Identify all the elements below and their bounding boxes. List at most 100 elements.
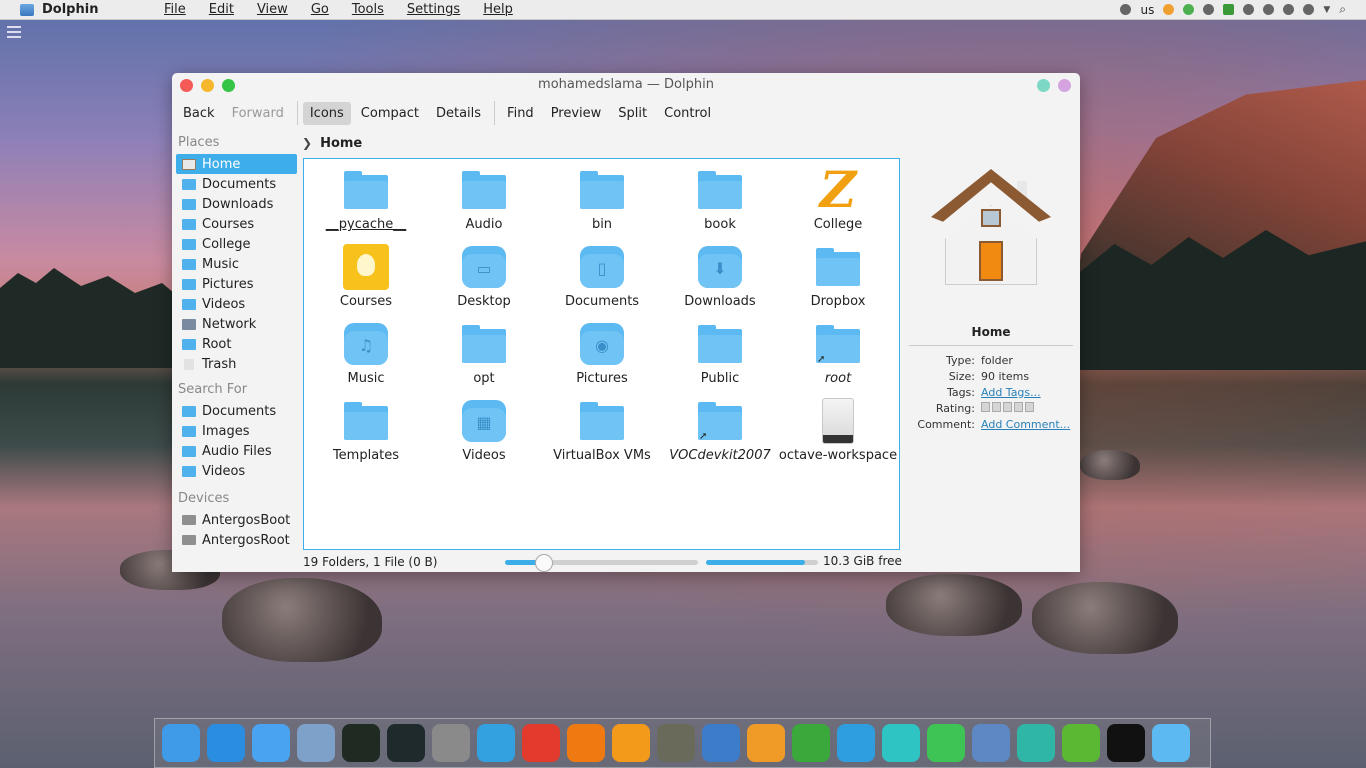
facetime-icon[interactable] bbox=[927, 724, 965, 762]
star-icon[interactable] bbox=[1003, 402, 1012, 412]
file-item[interactable]: Templates bbox=[307, 398, 425, 475]
details-view-button[interactable]: Details bbox=[429, 102, 488, 125]
sidebar-item-videos[interactable]: Videos bbox=[176, 294, 297, 314]
keep-above-button[interactable] bbox=[1037, 79, 1050, 92]
sidebar-item-pictures[interactable]: Pictures bbox=[176, 274, 297, 294]
star-icon[interactable] bbox=[1025, 402, 1034, 412]
device-item-antergosroot[interactable]: AntergosRoot bbox=[176, 530, 297, 550]
wifi-icon[interactable] bbox=[1203, 4, 1215, 15]
file-item[interactable]: book bbox=[661, 167, 779, 244]
finder-icon[interactable] bbox=[162, 724, 200, 762]
sidebar-item-trash[interactable]: Trash bbox=[176, 354, 297, 374]
close-button[interactable] bbox=[180, 79, 193, 92]
search-icon[interactable]: ⌕ bbox=[1339, 2, 1346, 17]
sidebar-item-network[interactable]: Network bbox=[176, 314, 297, 334]
zoom-slider-handle[interactable] bbox=[534, 554, 553, 572]
photo-icon[interactable] bbox=[972, 724, 1010, 762]
sidebar-item-college[interactable]: College bbox=[176, 234, 297, 254]
forward-button[interactable]: Forward bbox=[225, 102, 291, 125]
add-tags-link[interactable]: Add Tags... bbox=[981, 386, 1041, 402]
find-button[interactable]: Find bbox=[500, 102, 541, 125]
sidebar-item-root[interactable]: Root bbox=[176, 334, 297, 354]
chevron-right-icon[interactable]: ❯ bbox=[302, 136, 312, 150]
file-item[interactable]: Courses bbox=[307, 244, 425, 321]
menu-view[interactable]: View bbox=[257, 2, 299, 17]
remote-desktop-icon[interactable] bbox=[882, 724, 920, 762]
file-item[interactable]: octave-workspace bbox=[779, 398, 897, 475]
star-icon[interactable] bbox=[1014, 402, 1023, 412]
file-item[interactable]: ▭ Desktop bbox=[425, 244, 543, 321]
sidebar-item-documents[interactable]: Documents bbox=[176, 174, 297, 194]
cube-icon[interactable] bbox=[477, 724, 515, 762]
battery-app-icon[interactable] bbox=[1062, 724, 1100, 762]
icons-view-button[interactable]: Icons bbox=[302, 101, 351, 125]
youtube-icon[interactable] bbox=[522, 724, 560, 762]
preview-button[interactable]: Preview bbox=[544, 102, 609, 125]
star-icon[interactable] bbox=[992, 402, 1001, 412]
power-icon[interactable] bbox=[1263, 4, 1275, 15]
text-editor-icon[interactable] bbox=[702, 724, 740, 762]
on-all-desktops-button[interactable] bbox=[1058, 79, 1071, 92]
device-item-antergosboot[interactable]: AntergosBoot bbox=[176, 510, 297, 530]
file-item[interactable]: Z College bbox=[779, 165, 897, 244]
keynote-icon[interactable] bbox=[252, 724, 290, 762]
sidebar-item-music[interactable]: Music bbox=[176, 254, 297, 274]
battery-icon[interactable] bbox=[1223, 4, 1235, 15]
file-item[interactable]: Audio bbox=[425, 167, 543, 244]
clock-icon[interactable] bbox=[1107, 724, 1145, 762]
gimp-icon[interactable] bbox=[657, 724, 695, 762]
sidebar-item-courses[interactable]: Courses bbox=[176, 214, 297, 234]
chevron-down-icon[interactable]: ▼ bbox=[1323, 5, 1330, 15]
search-item-documents[interactable]: Documents bbox=[176, 401, 297, 421]
menu-settings[interactable]: Settings bbox=[407, 2, 471, 17]
file-item[interactable]: ➚ root bbox=[779, 321, 897, 398]
xcode-icon[interactable] bbox=[297, 724, 335, 762]
add-comment-link[interactable]: Add Comment... bbox=[981, 418, 1070, 434]
weather-icon[interactable] bbox=[1163, 4, 1175, 15]
system-preferences-icon[interactable] bbox=[432, 724, 470, 762]
vlc-icon[interactable] bbox=[567, 724, 605, 762]
file-item[interactable]: ▯ Documents bbox=[543, 244, 661, 321]
calculator-icon[interactable] bbox=[747, 724, 785, 762]
file-item[interactable]: opt bbox=[425, 321, 543, 398]
split-button[interactable]: Split bbox=[611, 102, 654, 125]
star-icon[interactable] bbox=[981, 402, 990, 412]
orange-icon[interactable] bbox=[612, 724, 650, 762]
volume-icon[interactable] bbox=[1303, 4, 1315, 15]
back-button[interactable]: Back bbox=[176, 102, 222, 125]
sidebar-item-downloads[interactable]: Downloads bbox=[176, 194, 297, 214]
clion-icon[interactable] bbox=[387, 724, 425, 762]
file-item[interactable]: __pycache__ bbox=[307, 167, 425, 244]
file-item[interactable]: ◉ Pictures bbox=[543, 321, 661, 398]
title-bar[interactable]: mohamedslama — Dolphin bbox=[172, 73, 1080, 97]
sidebar-item-home[interactable]: Home bbox=[176, 154, 297, 174]
minimize-button[interactable] bbox=[201, 79, 214, 92]
download-manager-icon[interactable] bbox=[792, 724, 830, 762]
search-item-videos[interactable]: Videos bbox=[176, 461, 297, 481]
search-item-images[interactable]: Images bbox=[176, 421, 297, 441]
rating-stars[interactable] bbox=[981, 402, 1034, 418]
file-view[interactable]: __pycache__ Audio bin book Z College Cour… bbox=[303, 158, 900, 550]
maximize-button[interactable] bbox=[222, 79, 235, 92]
menu-file[interactable]: File bbox=[164, 2, 197, 17]
menu-edit[interactable]: Edit bbox=[209, 2, 245, 17]
hamburger-menu-icon[interactable] bbox=[7, 26, 21, 38]
menu-help[interactable]: Help bbox=[483, 2, 524, 17]
file-item[interactable]: ▦ Videos bbox=[425, 398, 543, 475]
keyboard-layout[interactable]: us bbox=[1140, 3, 1154, 17]
menu-tools[interactable]: Tools bbox=[352, 2, 395, 17]
menu-go[interactable]: Go bbox=[311, 2, 340, 17]
control-button[interactable]: Control bbox=[657, 102, 718, 125]
zoom-slider[interactable] bbox=[505, 554, 698, 572]
clip-icon[interactable] bbox=[1283, 4, 1295, 15]
file-item[interactable]: bin bbox=[543, 167, 661, 244]
info-icon[interactable] bbox=[1243, 4, 1255, 15]
bluetooth-icon[interactable] bbox=[1120, 4, 1132, 15]
browser-icon[interactable] bbox=[837, 724, 875, 762]
file-item[interactable]: Public bbox=[661, 321, 779, 398]
file-item[interactable]: ♫ Music bbox=[307, 321, 425, 398]
search-item-audio-files[interactable]: Audio Files bbox=[176, 441, 297, 461]
file-item[interactable]: Dropbox bbox=[779, 244, 897, 321]
safari-icon[interactable] bbox=[207, 724, 245, 762]
pycharm-icon[interactable] bbox=[342, 724, 380, 762]
